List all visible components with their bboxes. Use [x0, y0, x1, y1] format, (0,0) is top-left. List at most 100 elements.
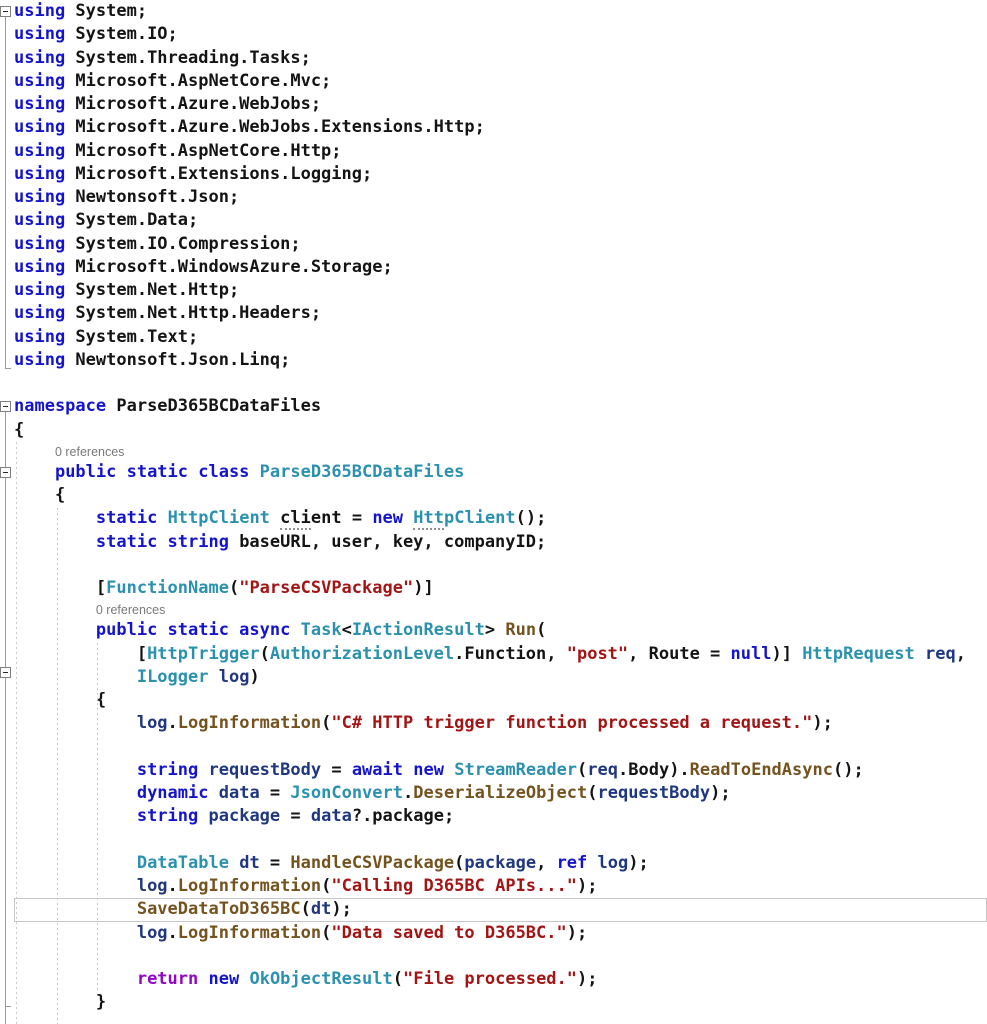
- code-line[interactable]: string package = data?.package;: [14, 805, 987, 828]
- code-line[interactable]: dynamic data = JsonConvert.DeserializeOb…: [14, 782, 987, 805]
- code-line[interactable]: SaveDataToD365BC(dt);: [14, 898, 987, 921]
- code-line[interactable]: using Microsoft.AspNetCore.Http;: [14, 140, 987, 163]
- code-token: <: [342, 620, 352, 640]
- code-line[interactable]: {: [14, 484, 987, 507]
- code-token: package: [464, 853, 536, 873]
- code-token: using: [14, 257, 65, 277]
- fold-toggle-method[interactable]: [0, 667, 11, 678]
- code-token: using: [14, 280, 65, 300]
- code-line[interactable]: public static async Task<IActionResult> …: [14, 619, 987, 642]
- code-line[interactable]: {: [14, 689, 987, 712]
- code-token: [14, 713, 137, 733]
- code-token: using: [14, 303, 65, 323]
- code-line[interactable]: static HttpClient client = new HttpClien…: [14, 507, 987, 530]
- fold-end-tick-method: [5, 1006, 11, 1007]
- code-token: (: [260, 644, 270, 664]
- code-line[interactable]: [FunctionName("ParseCSVPackage")]: [14, 577, 987, 600]
- code-line[interactable]: public static class ParseD365BCDataFiles: [14, 461, 987, 484]
- code-line[interactable]: using System.Net.Http;: [14, 279, 987, 302]
- code-line[interactable]: using System.IO.Compression;: [14, 233, 987, 256]
- code-line[interactable]: [14, 554, 987, 577]
- code-line[interactable]: DataTable dt = HandleCSVPackage(package,…: [14, 852, 987, 875]
- code-line[interactable]: using Newtonsoft.Json.Linq;: [14, 349, 987, 372]
- code-token: (: [321, 876, 331, 896]
- code-line[interactable]: }: [14, 991, 987, 1014]
- code-line[interactable]: using Microsoft.Azure.WebJobs;: [14, 93, 987, 116]
- code-line[interactable]: using Microsoft.Azure.WebJobs.Extensions…: [14, 116, 987, 139]
- code-token: ();: [833, 760, 864, 780]
- code-token: using: [14, 187, 65, 207]
- code-token: [198, 969, 208, 989]
- code-token: System.IO;: [65, 24, 178, 44]
- code-line[interactable]: namespace ParseD365BCDataFiles: [14, 395, 987, 418]
- code-token: (: [577, 760, 587, 780]
- fold-region-line-usings: [5, 17, 6, 368]
- code-token: .: [168, 713, 178, 733]
- indent-guide-namespace: [16, 442, 17, 1024]
- code-line[interactable]: string requestBody = await new StreamRea…: [14, 759, 987, 782]
- code-token: )]: [771, 644, 802, 664]
- code-token: (: [536, 620, 546, 640]
- code-editor[interactable]: using System;using System.IO;using Syste…: [0, 0, 987, 1024]
- code-line[interactable]: using System;: [14, 0, 987, 23]
- code-line[interactable]: ILogger log): [14, 666, 987, 689]
- code-token: , Route =: [628, 644, 730, 664]
- code-line[interactable]: log.LogInformation("Data saved to D365BC…: [14, 922, 987, 945]
- code-token: req: [587, 760, 618, 780]
- codelens-references-link[interactable]: 0 references: [14, 601, 165, 620]
- code-line[interactable]: static string baseURL, user, key, compan…: [14, 531, 987, 554]
- code-token: [14, 923, 137, 943]
- code-token: [14, 969, 137, 989]
- code-line[interactable]: using System.Data;: [14, 209, 987, 232]
- code-token: {: [14, 420, 24, 440]
- code-line[interactable]: using System.Text;: [14, 326, 987, 349]
- code-area[interactable]: using System;using System.IO;using Syste…: [0, 0, 987, 1024]
- code-token: {: [14, 485, 65, 505]
- codelens-references-link[interactable]: 0 references: [14, 443, 124, 462]
- fold-end-tick-usings: [5, 368, 11, 369]
- code-token: ref: [557, 853, 588, 873]
- codelens-line[interactable]: 0 references: [14, 600, 987, 619]
- code-token: [14, 806, 137, 826]
- code-token: dt: [311, 899, 331, 919]
- code-token: Run: [505, 620, 536, 640]
- indent-guide-method: [97, 643, 98, 991]
- fold-toggle-namespace[interactable]: [0, 401, 11, 412]
- code-line[interactable]: using System.Threading.Tasks;: [14, 47, 987, 70]
- code-line[interactable]: [14, 372, 987, 395]
- code-token: .: [168, 923, 178, 943]
- fold-toggle-class[interactable]: [0, 467, 11, 478]
- code-token: =: [321, 760, 352, 780]
- code-line[interactable]: using Microsoft.WindowsAzure.Storage;: [14, 256, 987, 279]
- fold-toggle-usings[interactable]: [0, 6, 11, 17]
- code-token: static: [96, 508, 157, 528]
- code-line[interactable]: return new OkObjectResult("File processe…: [14, 968, 987, 991]
- code-token: [915, 644, 925, 664]
- code-line[interactable]: [14, 1015, 987, 1024]
- code-line[interactable]: using System.Net.Http.Headers;: [14, 302, 987, 325]
- code-token: [229, 853, 239, 873]
- code-line[interactable]: [14, 736, 987, 759]
- code-token: [249, 462, 259, 482]
- code-line[interactable]: [14, 945, 987, 968]
- code-line[interactable]: using Microsoft.Extensions.Logging;: [14, 163, 987, 186]
- code-line[interactable]: log.LogInformation("Calling D365BC APIs.…: [14, 875, 987, 898]
- code-line[interactable]: using Newtonsoft.Json;: [14, 186, 987, 209]
- code-token: "File processed.": [403, 969, 577, 989]
- code-line[interactable]: {: [14, 419, 987, 442]
- code-token: public static async: [96, 620, 290, 640]
- codelens-line[interactable]: 0 references: [14, 442, 987, 461]
- code-line[interactable]: [14, 829, 987, 852]
- code-line[interactable]: using Microsoft.AspNetCore.Mvc;: [14, 70, 987, 93]
- code-token: ParseD365BCDataFiles: [106, 396, 321, 416]
- code-token: ,: [536, 853, 556, 873]
- code-token: using: [14, 327, 65, 347]
- code-line[interactable]: [HttpTrigger(AuthorizationLevel.Function…: [14, 643, 987, 666]
- code-line[interactable]: using System.IO;: [14, 23, 987, 46]
- code-line[interactable]: log.LogInformation("C# HTTP trigger func…: [14, 712, 987, 735]
- code-token: log: [137, 876, 168, 896]
- code-token: }: [14, 992, 106, 1012]
- code-token: );: [710, 783, 730, 803]
- code-token: {: [14, 690, 106, 710]
- code-token: )]: [413, 578, 433, 598]
